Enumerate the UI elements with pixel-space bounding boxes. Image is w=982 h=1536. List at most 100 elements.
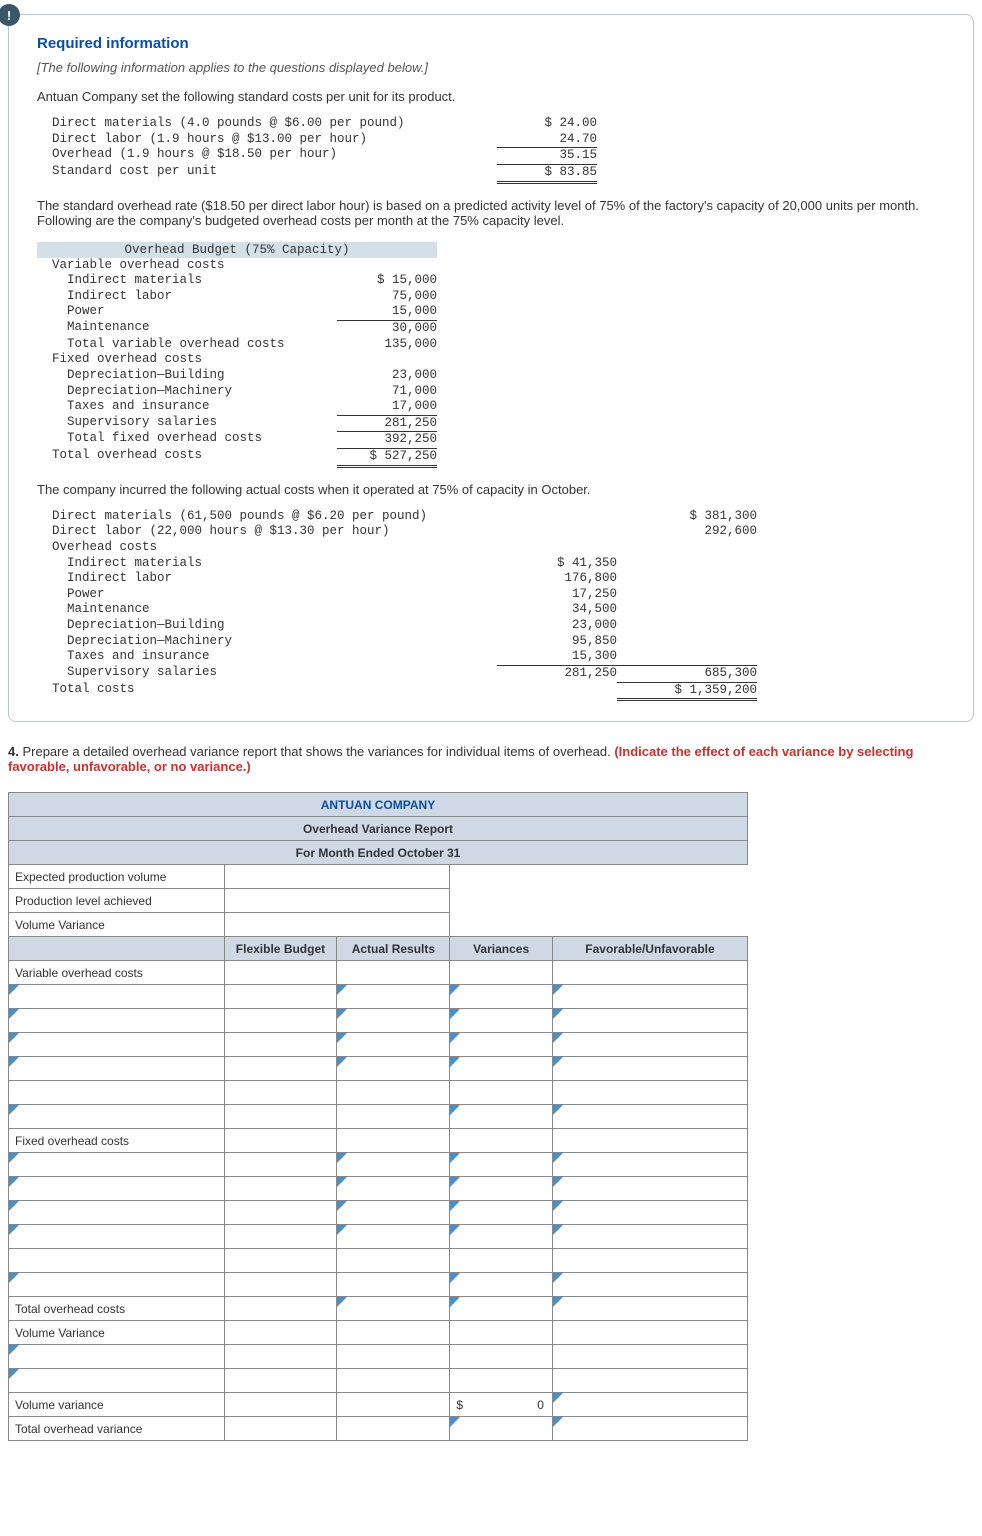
foc-item-4-ar[interactable] — [337, 1225, 450, 1249]
input-production-level[interactable] — [224, 889, 450, 913]
voc-extra-fb[interactable] — [224, 1105, 337, 1129]
voc-item-3-label[interactable] — [9, 1033, 225, 1057]
intro-text: Antuan Company set the following standar… — [37, 89, 945, 104]
voc-subtotal-fu[interactable] — [552, 1081, 747, 1105]
foc-item-1-var[interactable] — [450, 1153, 553, 1177]
row-foc-header: Fixed overhead costs — [9, 1129, 225, 1153]
foc-item-1-fu[interactable] — [552, 1153, 747, 1177]
vv-line-2-fb[interactable] — [224, 1369, 337, 1393]
row-expected-production: Expected production volume — [9, 865, 225, 889]
row-total-overhead: Total overhead costs — [9, 1297, 225, 1321]
foc-item-3-fu[interactable] — [552, 1201, 747, 1225]
input-expected-production[interactable] — [224, 865, 450, 889]
foc-item-3-var[interactable] — [450, 1201, 553, 1225]
voc-subtotal-var[interactable] — [450, 1081, 553, 1105]
row-production-level: Production level achieved — [9, 889, 225, 913]
foc-item-3-label[interactable] — [9, 1201, 225, 1225]
foc-extra-fu[interactable] — [552, 1273, 747, 1297]
foc-item-4-var[interactable] — [450, 1225, 553, 1249]
col-flexible-budget: Flexible Budget — [224, 937, 337, 961]
voc-item-2-fu[interactable] — [552, 1009, 747, 1033]
voc-item-4-fu[interactable] — [552, 1057, 747, 1081]
foc-extra-label[interactable] — [9, 1273, 225, 1297]
voc-item-4-var[interactable] — [450, 1057, 553, 1081]
vv-line-1-label[interactable] — [9, 1345, 225, 1369]
foc-item-2-ar[interactable] — [337, 1177, 450, 1201]
vv2-var[interactable]: $0 — [450, 1393, 553, 1417]
vv-line-1-fb[interactable] — [224, 1345, 337, 1369]
voc-item-1-ar[interactable] — [337, 985, 450, 1009]
voc-item-4-fb[interactable] — [224, 1057, 337, 1081]
voc-subtotal-label[interactable] — [9, 1081, 225, 1105]
input-volume-variance-top[interactable] — [224, 913, 450, 937]
foc-item-2-fu[interactable] — [552, 1177, 747, 1201]
voc-item-1-var[interactable] — [450, 985, 553, 1009]
vv-line-1-ar[interactable] — [337, 1345, 450, 1369]
vv-line-1-fu[interactable] — [552, 1345, 747, 1369]
applies-subheading: [The following information applies to th… — [37, 60, 945, 75]
voc-extra-ar[interactable] — [337, 1105, 450, 1129]
toc-fb[interactable] — [224, 1297, 337, 1321]
foc-item-1-label[interactable] — [9, 1153, 225, 1177]
voc-extra-fu[interactable] — [552, 1105, 747, 1129]
voc-subtotal-ar[interactable] — [337, 1081, 450, 1105]
foc-extra-var[interactable] — [450, 1273, 553, 1297]
report-period: For Month Ended October 31 — [9, 841, 748, 865]
required-heading: Required information — [37, 35, 945, 52]
row-volume-variance-2: Volume variance — [9, 1393, 225, 1417]
foc-item-4-label[interactable] — [9, 1225, 225, 1249]
voc-item-4-ar[interactable] — [337, 1057, 450, 1081]
voc-item-4-label[interactable] — [9, 1057, 225, 1081]
row-volume-variance-top: Volume Variance — [9, 913, 225, 937]
vv2-fu[interactable] — [552, 1393, 747, 1417]
toc-var[interactable] — [450, 1297, 553, 1321]
voc-item-2-var[interactable] — [450, 1009, 553, 1033]
foc-item-2-label[interactable] — [9, 1177, 225, 1201]
voc-item-3-fb[interactable] — [224, 1033, 337, 1057]
foc-item-3-fb[interactable] — [224, 1201, 337, 1225]
vv-line-2-label[interactable] — [9, 1369, 225, 1393]
voc-item-2-ar[interactable] — [337, 1009, 450, 1033]
foc-subtotal-label[interactable] — [9, 1249, 225, 1273]
vv-line-2-ar[interactable] — [337, 1369, 450, 1393]
row-total-overhead-variance: Total overhead variance — [9, 1417, 225, 1441]
voc-extra-var[interactable] — [450, 1105, 553, 1129]
standard-cost-table: Direct materials (4.0 pounds @ $6.00 per… — [37, 116, 945, 184]
voc-extra-label[interactable] — [9, 1105, 225, 1129]
vv-line-1-var[interactable] — [450, 1345, 553, 1369]
foc-item-2-var[interactable] — [450, 1177, 553, 1201]
voc-item-3-fu[interactable] — [552, 1033, 747, 1057]
foc-extra-fb[interactable] — [224, 1273, 337, 1297]
voc-item-1-fu[interactable] — [552, 985, 747, 1009]
row-voc-header: Variable overhead costs — [9, 961, 225, 985]
vv-line-2-var[interactable] — [450, 1369, 553, 1393]
overhead-variance-report-table: ANTUAN COMPANY Overhead Variance Report … — [8, 792, 748, 1441]
foc-item-1-ar[interactable] — [337, 1153, 450, 1177]
voc-item-3-ar[interactable] — [337, 1033, 450, 1057]
foc-item-1-fb[interactable] — [224, 1153, 337, 1177]
foc-subtotal-fu[interactable] — [552, 1249, 747, 1273]
voc-item-2-label[interactable] — [9, 1009, 225, 1033]
overhead-rate-paragraph: The standard overhead rate ($18.50 per d… — [37, 198, 945, 228]
tov-fu[interactable] — [552, 1417, 747, 1441]
foc-subtotal-ar[interactable] — [337, 1249, 450, 1273]
alert-icon: ! — [0, 4, 20, 26]
tov-var[interactable] — [450, 1417, 553, 1441]
report-company: ANTUAN COMPANY — [9, 793, 748, 817]
toc-ar[interactable] — [337, 1297, 450, 1321]
vv-line-2-fu[interactable] — [552, 1369, 747, 1393]
foc-item-2-fb[interactable] — [224, 1177, 337, 1201]
voc-item-1-fb[interactable] — [224, 985, 337, 1009]
voc-item-2-fb[interactable] — [224, 1009, 337, 1033]
foc-subtotal-fb[interactable] — [224, 1249, 337, 1273]
foc-subtotal-var[interactable] — [450, 1249, 553, 1273]
row-volume-variance: Volume Variance — [9, 1321, 225, 1345]
toc-fu[interactable] — [552, 1297, 747, 1321]
foc-item-4-fb[interactable] — [224, 1225, 337, 1249]
voc-item-3-var[interactable] — [450, 1033, 553, 1057]
voc-item-1-label[interactable] — [9, 985, 225, 1009]
foc-extra-ar[interactable] — [337, 1273, 450, 1297]
foc-item-4-fu[interactable] — [552, 1225, 747, 1249]
foc-item-3-ar[interactable] — [337, 1201, 450, 1225]
voc-subtotal-fb[interactable] — [224, 1081, 337, 1105]
